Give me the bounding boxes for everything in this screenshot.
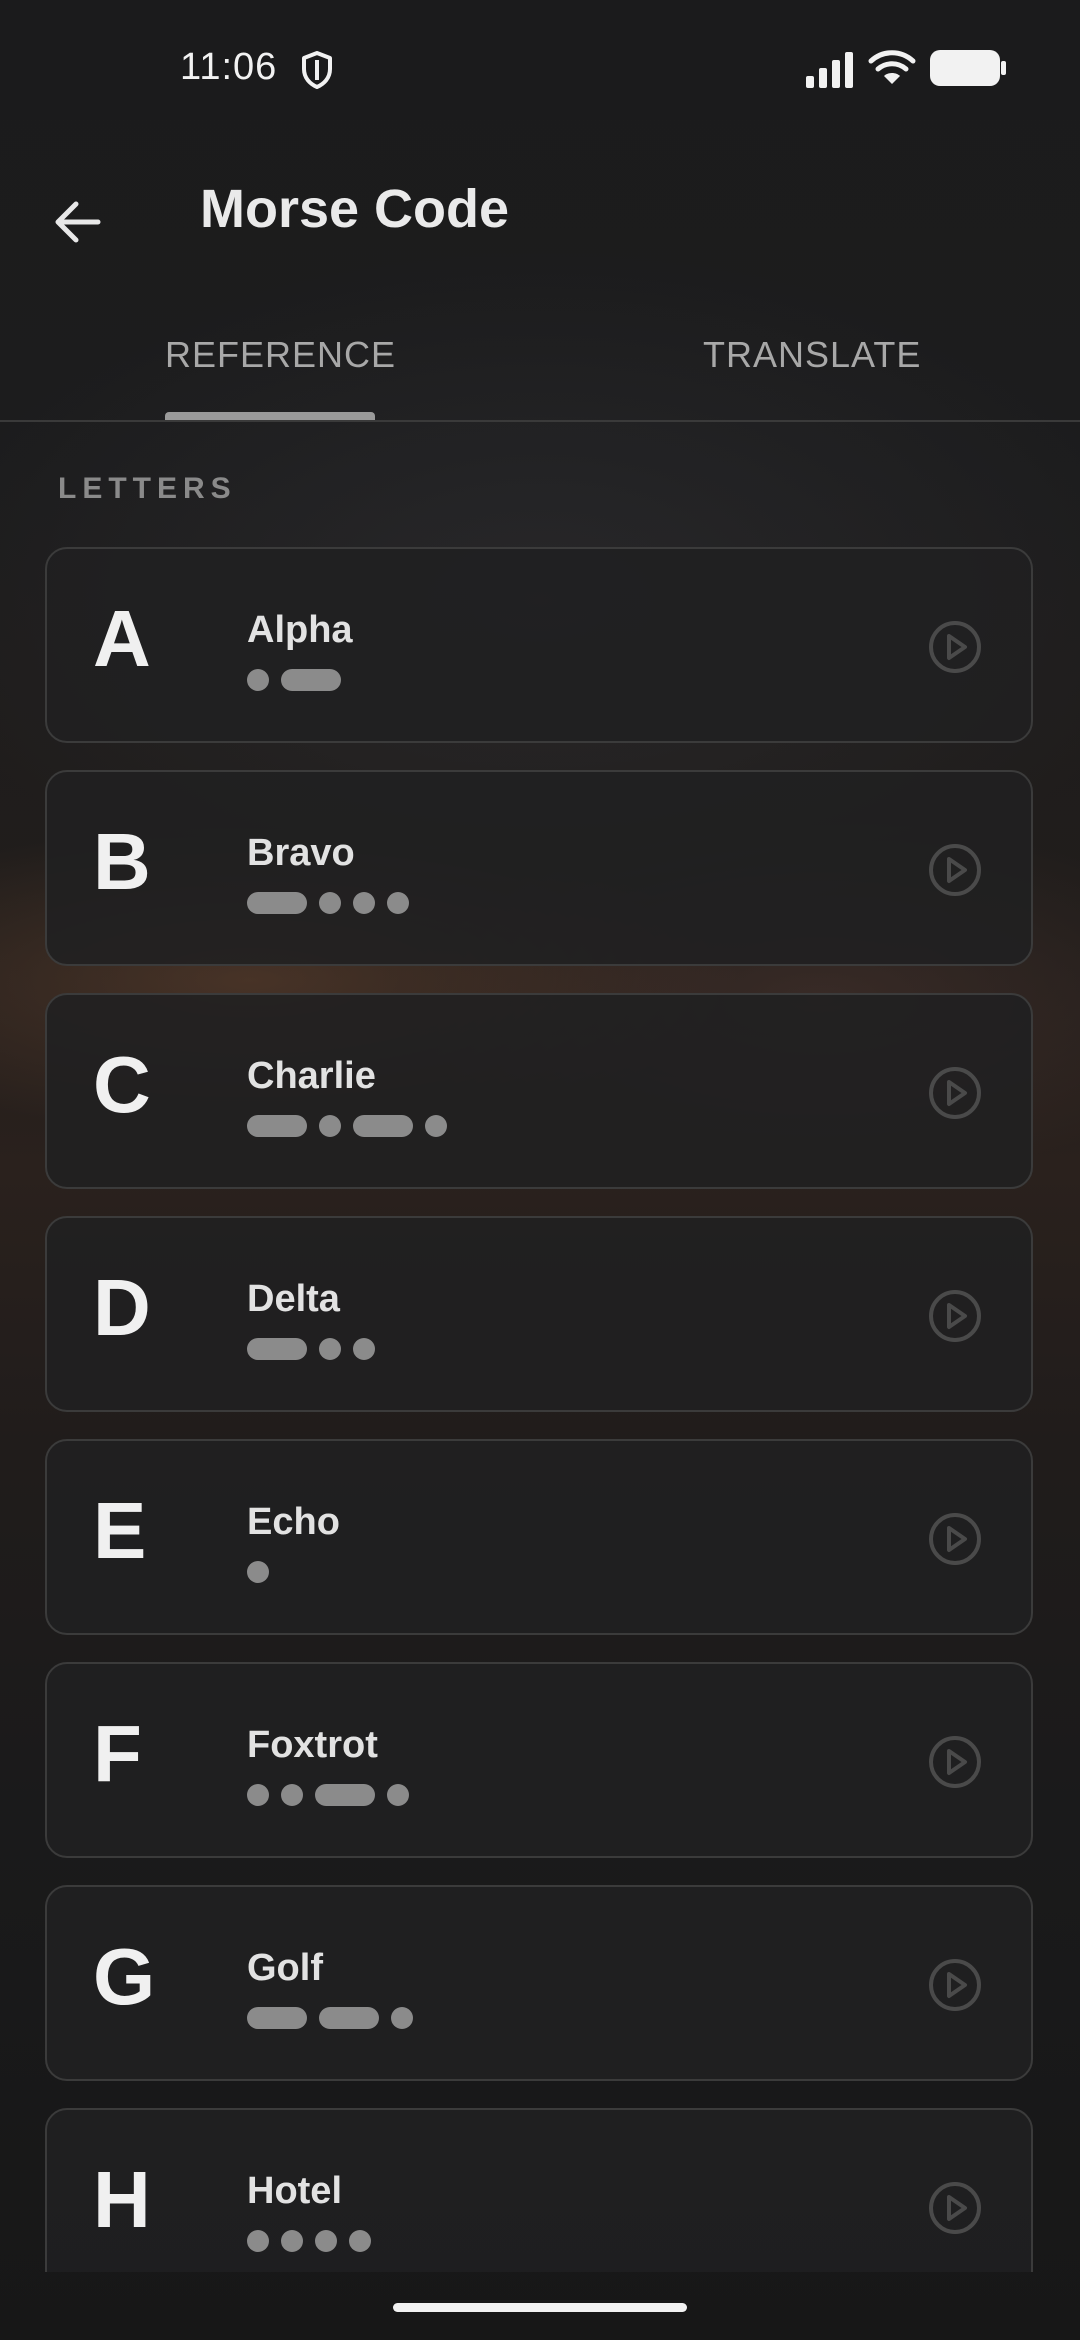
play-circle-icon[interactable] <box>927 1734 983 1790</box>
morse-dot <box>387 892 409 914</box>
letter-name: Hotel <box>247 2170 342 2212</box>
shield-icon <box>302 51 332 89</box>
morse-dash <box>247 1338 307 1360</box>
page-title: Morse Code <box>200 179 510 239</box>
status-bar: 11:06 <box>0 0 1080 140</box>
morse-dot <box>281 2230 303 2252</box>
morse-dash <box>353 1115 413 1137</box>
home-indicator[interactable] <box>393 2303 687 2312</box>
tab-translate[interactable]: TRANSLATE <box>703 334 921 376</box>
morse-dash <box>315 1784 375 1806</box>
letter-name: Golf <box>247 1947 323 1989</box>
tab-indicator <box>165 412 375 420</box>
play-circle-icon[interactable] <box>927 1065 983 1121</box>
letter-card-c[interactable]: C Charlie <box>45 993 1033 1189</box>
battery-icon <box>930 50 1006 86</box>
wifi-icon <box>868 50 916 84</box>
letter-card-d[interactable]: D Delta <box>45 1216 1033 1412</box>
letter-card-f[interactable]: F Foxtrot <box>45 1662 1033 1858</box>
morse-dot <box>247 2230 269 2252</box>
morse-code <box>247 1115 459 1137</box>
morse-dot <box>315 2230 337 2252</box>
morse-code <box>247 2007 425 2029</box>
play-circle-icon[interactable] <box>927 1288 983 1344</box>
letter-card-h[interactable]: H Hotel <box>45 2108 1033 2272</box>
morse-dot <box>319 892 341 914</box>
morse-code <box>247 892 421 914</box>
letter-card-g[interactable]: G Golf <box>45 1885 1033 2081</box>
letter-glyph: E <box>93 1486 147 1575</box>
morse-code <box>247 1561 281 1583</box>
morse-code <box>247 669 353 691</box>
play-circle-icon[interactable] <box>927 842 983 898</box>
letter-name: Delta <box>247 1278 340 1320</box>
morse-dot <box>391 2007 413 2029</box>
tab-bar: REFERENCE TRANSLATE <box>0 290 1080 422</box>
morse-code <box>247 1338 387 1360</box>
morse-dot <box>353 1338 375 1360</box>
morse-dot <box>319 1115 341 1137</box>
morse-dash <box>247 2007 307 2029</box>
letter-card-b[interactable]: B Bravo <box>45 770 1033 966</box>
letter-glyph: B <box>93 817 151 906</box>
letter-card-a[interactable]: A Alpha <box>45 547 1033 743</box>
morse-code <box>247 2230 383 2252</box>
app-bar: Morse Code <box>0 140 1080 290</box>
letter-name: Foxtrot <box>247 1724 378 1766</box>
letter-name: Alpha <box>247 609 353 651</box>
letter-card-e[interactable]: E Echo <box>45 1439 1033 1635</box>
morse-dot <box>247 669 269 691</box>
play-circle-icon[interactable] <box>927 619 983 675</box>
morse-dot <box>281 1784 303 1806</box>
letter-glyph: H <box>93 2155 151 2244</box>
letter-glyph: G <box>93 1932 156 2021</box>
morse-dot <box>247 1784 269 1806</box>
letter-name: Echo <box>247 1501 340 1543</box>
morse-dash <box>247 892 307 914</box>
morse-dash <box>247 1115 307 1137</box>
morse-dash <box>319 2007 379 2029</box>
letter-glyph: A <box>93 594 151 683</box>
morse-dot <box>353 892 375 914</box>
morse-dot <box>247 1561 269 1583</box>
play-circle-icon[interactable] <box>927 2180 983 2236</box>
section-header-letters: LETTERS <box>58 472 237 505</box>
morse-dot <box>349 2230 371 2252</box>
back-button[interactable] <box>40 184 116 260</box>
play-circle-icon[interactable] <box>927 1511 983 1567</box>
signal-icon <box>806 52 853 88</box>
morse-code <box>247 1784 421 1806</box>
letter-glyph: C <box>93 1040 151 1129</box>
morse-dot <box>319 1338 341 1360</box>
letter-list[interactable]: A Alpha B Bravo C Charlie D Delta E Echo F Foxtrot G… <box>45 547 1035 2272</box>
letter-name: Bravo <box>247 832 355 874</box>
tab-reference[interactable]: REFERENCE <box>165 334 396 376</box>
morse-dash <box>281 669 341 691</box>
status-time: 11:06 <box>180 46 278 88</box>
letter-name: Charlie <box>247 1055 376 1097</box>
letter-glyph: D <box>93 1263 151 1352</box>
letter-glyph: F <box>93 1709 142 1798</box>
arrow-left-icon <box>55 201 101 243</box>
morse-dot <box>387 1784 409 1806</box>
morse-dot <box>425 1115 447 1137</box>
play-circle-icon[interactable] <box>927 1957 983 2013</box>
